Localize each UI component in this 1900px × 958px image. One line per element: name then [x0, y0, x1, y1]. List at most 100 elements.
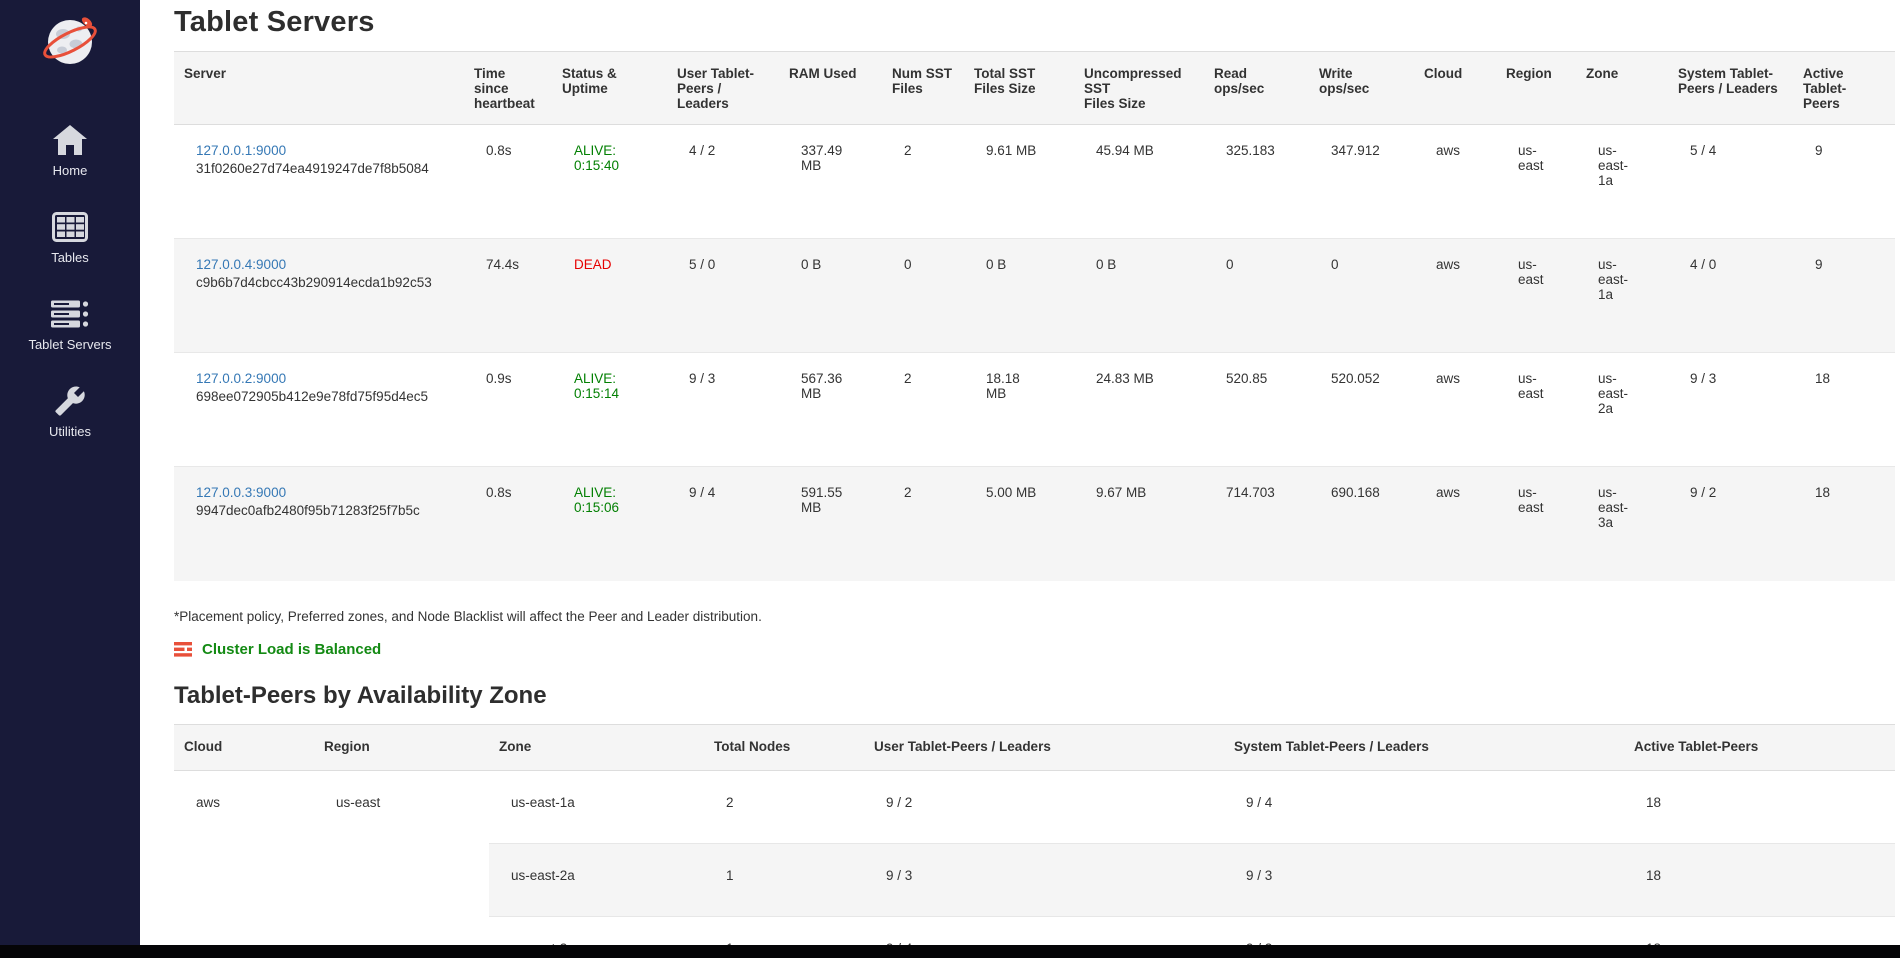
sidebar-item-label: Tablet Servers	[0, 337, 140, 352]
cloud-cell: aws	[1414, 353, 1496, 467]
heartbeat-cell: 0.9s	[464, 353, 552, 467]
zone-cell: us-east-1a	[1576, 125, 1668, 239]
system-tp-cell: 4 / 0	[1668, 239, 1793, 353]
sidebar: Home Tables T	[0, 0, 140, 958]
load-balancer-icon	[174, 642, 193, 657]
cluster-load-label: Cluster Load is Balanced	[202, 641, 381, 658]
cloud-cell: aws	[1414, 467, 1496, 581]
active-tp-cell: 18	[1793, 353, 1895, 467]
bottom-black-bar	[0, 945, 1900, 958]
server-uuid: 698ee072905b412e9e78fd75f95d4ec5	[196, 389, 456, 404]
status-cell: ALIVE:0:15:14	[552, 353, 667, 467]
col-uncompressed-sst-size: Uncompressed SSTFiles Size	[1074, 52, 1204, 125]
total-sst-cell: 5.00 MB	[964, 467, 1074, 581]
active-tp-cell: 18	[1624, 843, 1895, 916]
zones-table-header-row: Cloud Region Zone Total Nodes User Table…	[174, 724, 1895, 770]
app-logo[interactable]	[0, 0, 140, 75]
cluster-load-status: Cluster Load is Balanced	[174, 641, 1900, 658]
uncompressed-sst-cell: 24.83 MB	[1074, 353, 1204, 467]
tablet-peers-by-zone-table: Cloud Region Zone Total Nodes User Table…	[174, 724, 1895, 958]
zone-cell: us-east-1a	[1576, 239, 1668, 353]
uncompressed-sst-cell: 45.94 MB	[1074, 125, 1204, 239]
tablet-servers-table: Server Time since heartbeat Status & Upt…	[174, 51, 1895, 581]
sidebar-item-tables[interactable]: Tables	[0, 208, 140, 265]
col-user-tablet-peers: User Tablet-Peers / Leaders	[667, 52, 779, 125]
col-zone: Zone	[1576, 52, 1668, 125]
wrench-icon	[54, 385, 86, 417]
zone-section-title: Tablet-Peers by Availability Zone	[174, 682, 1900, 710]
page-title: Tablet Servers	[174, 6, 1900, 39]
sidebar-item-utilities[interactable]: Utilities	[0, 382, 140, 439]
heartbeat-cell: 0.8s	[464, 125, 552, 239]
server-row: 127.0.0.2:9000 698ee072905b412e9e78fd75f9…	[174, 353, 1895, 467]
server-row: 127.0.0.3:90009947dec0afb2480f95b71283f2…	[174, 467, 1895, 581]
col-system-tablet-peers: System Tablet-Peers / Leaders	[1224, 724, 1624, 770]
server-uuid: 31f0260e27d74ea4919247de7f8b5084	[196, 161, 456, 176]
ram-cell: 591.55 MB	[779, 467, 882, 581]
col-num-sst-files: Num SST Files	[882, 52, 964, 125]
col-region: Region	[1496, 52, 1576, 125]
system-tp-cell: 9 / 3	[1668, 353, 1793, 467]
zone-row: aws us-east us-east-1a 2 9 / 2 9 / 4 18	[174, 770, 1895, 843]
region-cell: us-east	[1496, 239, 1576, 353]
server-link[interactable]: 127.0.0.1:9000	[196, 143, 286, 158]
active-tp-cell: 18	[1793, 467, 1895, 581]
read-ops-cell: 520.85	[1204, 353, 1309, 467]
total-sst-cell: 9.61 MB	[964, 125, 1074, 239]
active-tp-cell: 9	[1793, 125, 1895, 239]
cloud-cell: aws	[1414, 125, 1496, 239]
ram-cell: 567.36 MB	[779, 353, 882, 467]
col-system-tablet-peers: System Tablet-Peers / Leaders	[1668, 52, 1793, 125]
cloud-cell: aws	[174, 770, 314, 958]
user-tp-cell: 9 / 3	[667, 353, 779, 467]
col-active-tablet-peers: Active Tablet-Peers	[1793, 52, 1895, 125]
tablet-servers-icon	[51, 300, 89, 328]
write-ops-cell: 690.168	[1309, 467, 1414, 581]
main-content: Tablet Servers Server Time since heartbe…	[140, 0, 1900, 958]
server-row: 127.0.0.1:9000 31f0260e27d74ea4919247de7f…	[174, 125, 1895, 239]
region-cell: us-east	[1496, 467, 1576, 581]
heartbeat-cell: 0.8s	[464, 467, 552, 581]
server-uuid: c9b6b7d4cbcc43b290914ecda1b92c53	[196, 275, 456, 290]
ram-cell: 337.49 MB	[779, 125, 882, 239]
sidebar-item-tablet-servers[interactable]: Tablet Servers	[0, 295, 140, 352]
home-icon	[52, 124, 88, 156]
col-server: Server	[174, 52, 464, 125]
status-cell: ALIVE:0:15:40	[552, 125, 667, 239]
sidebar-item-label: Utilities	[0, 424, 140, 439]
tables-icon	[52, 212, 88, 242]
region-cell: us-east	[1496, 353, 1576, 467]
write-ops-cell: 520.052	[1309, 353, 1414, 467]
sidebar-item-home[interactable]: Home	[0, 121, 140, 178]
ram-cell: 0 B	[779, 239, 882, 353]
user-tp-cell: 9 / 3	[864, 843, 1224, 916]
col-total-sst-size: Total SST Files Size	[964, 52, 1074, 125]
col-ram-used: RAM Used	[779, 52, 882, 125]
server-link[interactable]: 127.0.0.2:9000	[196, 371, 286, 386]
sidebar-item-label: Home	[0, 163, 140, 178]
col-cloud: Cloud	[1414, 52, 1496, 125]
col-user-tablet-peers: User Tablet-Peers / Leaders	[864, 724, 1224, 770]
col-zone: Zone	[489, 724, 704, 770]
num-sst-cell: 2	[882, 353, 964, 467]
col-active-tablet-peers: Active Tablet-Peers	[1624, 724, 1895, 770]
uncompressed-sst-cell: 9.67 MB	[1074, 467, 1204, 581]
user-tp-cell: 5 / 0	[667, 239, 779, 353]
server-link[interactable]: 127.0.0.4:9000	[196, 257, 286, 272]
server-link[interactable]: 127.0.0.3:9000	[196, 485, 286, 500]
system-tp-cell: 9 / 4	[1224, 770, 1624, 843]
zone-cell: us-east-2a	[489, 843, 704, 916]
total-nodes-cell: 2	[704, 770, 864, 843]
user-tp-cell: 4 / 2	[667, 125, 779, 239]
yugabyte-logo-icon	[41, 12, 99, 70]
system-tp-cell: 5 / 4	[1668, 125, 1793, 239]
cloud-cell: aws	[1414, 239, 1496, 353]
total-nodes-cell: 1	[704, 843, 864, 916]
col-write-ops: Write ops/sec	[1309, 52, 1414, 125]
num-sst-cell: 2	[882, 125, 964, 239]
region-cell: us-east	[314, 770, 489, 958]
zone-cell: us-east-1a	[489, 770, 704, 843]
col-region: Region	[314, 724, 489, 770]
sidebar-item-label: Tables	[0, 250, 140, 265]
read-ops-cell: 714.703	[1204, 467, 1309, 581]
